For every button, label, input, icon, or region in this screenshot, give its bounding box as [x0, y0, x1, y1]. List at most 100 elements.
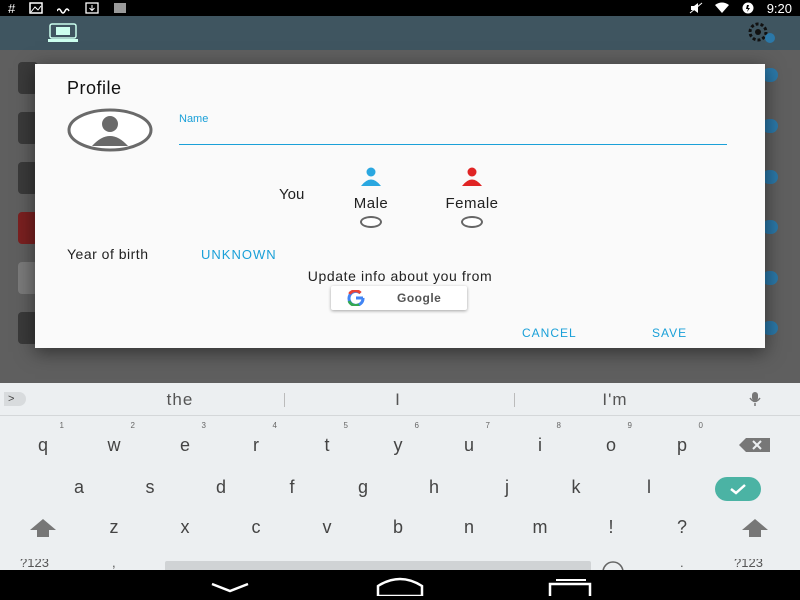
year-of-birth-label: Year of birth — [67, 246, 149, 262]
key-v[interactable]: v — [302, 507, 352, 547]
barcode-icon — [114, 3, 126, 13]
key-f[interactable]: f — [267, 467, 317, 507]
key-t[interactable]: t5 — [302, 421, 352, 465]
suggestion-divider — [284, 393, 285, 407]
year-of-birth-value[interactable]: UNKNOWN — [201, 247, 277, 262]
shift-icon[interactable] — [28, 517, 58, 539]
name-input[interactable] — [179, 126, 727, 145]
profile-dialog: Profile Name You Male Female Year of bir… — [35, 64, 765, 348]
key-o[interactable]: o9 — [586, 421, 636, 465]
key-h[interactable]: h — [409, 467, 459, 507]
key-l[interactable]: l — [624, 467, 674, 507]
key-c[interactable]: c — [231, 507, 281, 547]
key-char: r — [253, 435, 259, 455]
period-key[interactable]: . — [680, 559, 684, 570]
status-left: # — [8, 0, 127, 16]
key-q[interactable]: q1 — [18, 421, 68, 465]
key-b[interactable]: b — [373, 507, 423, 547]
key-j[interactable]: j — [482, 467, 532, 507]
key-question[interactable]: ? — [657, 507, 707, 547]
key-char: o — [605, 435, 616, 455]
key-i[interactable]: i8 — [515, 421, 565, 465]
key-char: p — [676, 435, 687, 455]
key-z[interactable]: z — [89, 507, 139, 547]
key-s[interactable]: s — [125, 467, 175, 507]
key-x[interactable]: x — [160, 507, 210, 547]
clock: 9:20 — [766, 0, 792, 16]
suggestion-word[interactable]: the — [120, 390, 240, 410]
battery-icon — [742, 2, 754, 14]
keyboard-row-1: q1 w2 e3 r4 t5 y6 u7 i8 o9 p0 — [0, 421, 800, 465]
google-button[interactable]: Google — [331, 286, 467, 310]
save-button[interactable]: SAVE — [652, 326, 687, 340]
hash-icon: # — [8, 0, 16, 16]
wave-icon — [57, 8, 70, 14]
key-p[interactable]: p0 — [657, 421, 707, 465]
microphone-icon[interactable] — [748, 391, 762, 407]
expand-suggestions-button[interactable]: > — [4, 392, 26, 406]
google-button-label: Google — [397, 291, 442, 305]
wifi-icon — [714, 2, 729, 13]
key-u[interactable]: u7 — [444, 421, 494, 465]
gender-option-male[interactable]: Male — [343, 167, 399, 228]
male-icon — [361, 167, 381, 186]
google-logo-icon — [347, 290, 365, 306]
key-n[interactable]: n — [444, 507, 494, 547]
symbols-key-right[interactable]: ?123 — [734, 559, 763, 570]
update-info-text: Update info about you from — [307, 268, 493, 284]
shift-icon[interactable] — [740, 517, 770, 539]
app-bar — [0, 16, 800, 50]
key-w[interactable]: w2 — [89, 421, 139, 465]
key-g[interactable]: g — [338, 467, 388, 507]
home-icon[interactable] — [376, 574, 424, 596]
key-d[interactable]: d — [196, 467, 246, 507]
key-y[interactable]: y6 — [373, 421, 423, 465]
app-logo-icon[interactable] — [46, 22, 80, 44]
key-char: q — [37, 435, 48, 455]
key-char: t — [324, 435, 330, 455]
male-radio[interactable] — [360, 216, 382, 228]
key-hint: 9 — [627, 421, 632, 430]
checkmark-icon — [730, 484, 746, 495]
download-icon — [85, 2, 99, 14]
image-icon — [29, 2, 43, 14]
recents-icon[interactable] — [546, 574, 594, 596]
suggestion-strip: > the I I'm — [0, 383, 800, 416]
space-bar[interactable] — [165, 561, 591, 570]
enter-key[interactable] — [715, 477, 761, 501]
key-e[interactable]: e3 — [160, 421, 210, 465]
suggestion-word[interactable]: I — [338, 390, 458, 410]
key-a[interactable]: a — [54, 467, 104, 507]
male-label: Male — [353, 195, 389, 212]
gender-option-female[interactable]: Female — [437, 167, 507, 228]
suggestion-word[interactable]: I'm — [555, 390, 675, 410]
avatar-placeholder-icon[interactable] — [67, 108, 153, 152]
key-hint: 0 — [698, 421, 703, 430]
key-r[interactable]: r4 — [231, 421, 281, 465]
key-k[interactable]: k — [551, 467, 601, 507]
settings-gear-icon[interactable] — [744, 20, 778, 46]
key-char: i — [538, 435, 542, 455]
backspace-icon[interactable] — [738, 437, 772, 453]
dialog-title: Profile — [67, 78, 122, 98]
symbols-key[interactable]: ?123 — [20, 559, 49, 570]
key-hint: 7 — [485, 421, 490, 430]
key-char: y — [393, 435, 403, 455]
key-exclamation[interactable]: ! — [586, 507, 636, 547]
key-char: u — [463, 435, 474, 455]
navigation-bar — [0, 570, 800, 600]
keyboard-bottom-row: ?123 , . ?123 — [0, 559, 800, 570]
emoji-icon[interactable] — [601, 560, 625, 570]
suggestion-divider — [514, 393, 515, 407]
key-m[interactable]: m — [515, 507, 565, 547]
key-hint: 5 — [343, 421, 348, 430]
soft-keyboard: > the I I'm q1 w2 e3 r4 t5 y6 u7 i8 o9 p… — [0, 383, 800, 570]
comma-key[interactable]: , — [112, 559, 116, 570]
female-radio[interactable] — [461, 216, 483, 228]
keyboard-row-3: z x c v b n m ! ? — [0, 507, 800, 547]
key-hint: 3 — [201, 421, 206, 430]
back-icon[interactable] — [206, 574, 254, 596]
key-hint: 2 — [130, 421, 135, 430]
status-right: 9:20 — [689, 0, 792, 16]
cancel-button[interactable]: CANCEL — [522, 326, 577, 340]
